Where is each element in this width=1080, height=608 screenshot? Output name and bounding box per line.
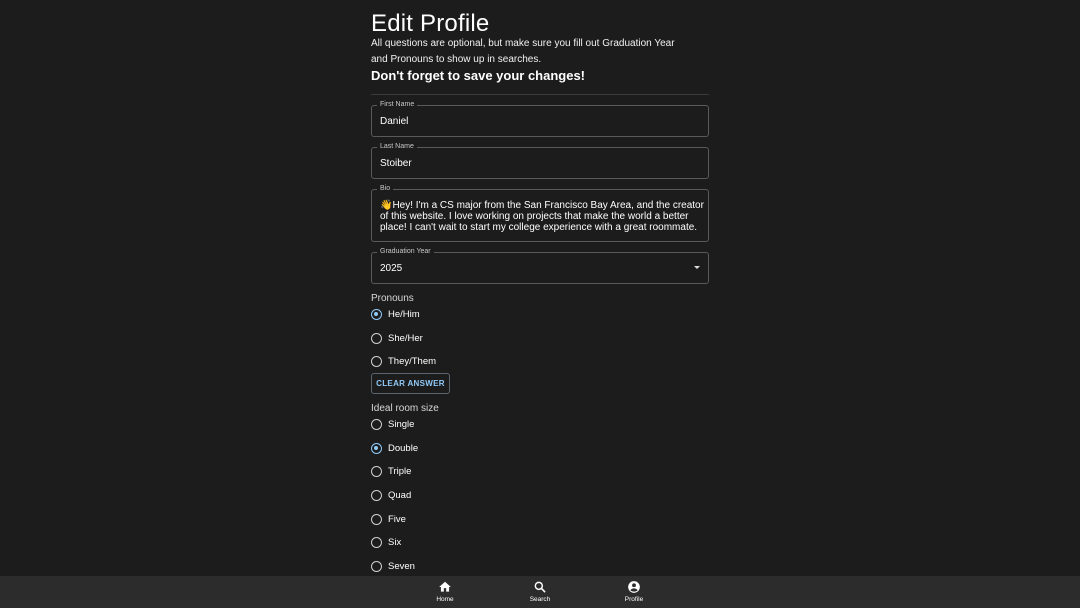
bio-label: Bio bbox=[377, 184, 394, 194]
graduation-year-value[interactable]: 2025 bbox=[380, 263, 402, 274]
bio-value[interactable]: 👋Hey! I'm a CS major from the San Franci… bbox=[380, 200, 706, 233]
search-icon bbox=[534, 581, 546, 593]
first-name-value[interactable]: Daniel bbox=[380, 116, 408, 127]
radio-room-single[interactable]: Single bbox=[371, 416, 571, 432]
edit-profile-form: Edit Profile All questions are optional,… bbox=[371, 0, 709, 576]
radio-unchecked-icon[interactable] bbox=[371, 560, 382, 572]
radio-room-double[interactable]: Double bbox=[371, 440, 571, 456]
radio-label: He/Him bbox=[388, 308, 420, 320]
radio-pronoun-she-her[interactable]: She/Her bbox=[371, 330, 571, 346]
nav-profile[interactable]: Profile bbox=[604, 576, 664, 608]
radio-label: Double bbox=[388, 442, 419, 454]
radio-label: She/Her bbox=[388, 332, 423, 344]
radio-label: Six bbox=[388, 536, 402, 548]
nav-home-label: Home bbox=[436, 596, 454, 603]
page-title: Edit Profile bbox=[371, 10, 490, 37]
nav-profile-label: Profile bbox=[624, 596, 644, 603]
radio-room-seven[interactable]: Seven bbox=[371, 558, 571, 574]
radio-label: Triple bbox=[388, 465, 412, 477]
account-circle-icon bbox=[628, 581, 640, 593]
radio-unchecked-icon[interactable] bbox=[371, 536, 382, 548]
first-name-field[interactable]: First Name Daniel bbox=[371, 100, 709, 137]
clear-answer-button[interactable]: CLEAR ANSWER bbox=[371, 373, 450, 394]
radio-unchecked-icon[interactable] bbox=[371, 332, 382, 344]
radio-label: Single bbox=[388, 418, 415, 430]
home-icon bbox=[439, 581, 451, 592]
radio-checked-icon[interactable] bbox=[371, 442, 382, 454]
nav-search[interactable]: Search bbox=[510, 576, 570, 608]
radio-pronoun-he-him[interactable]: He/Him bbox=[371, 306, 571, 322]
radio-pronoun-they-them[interactable]: They/Them bbox=[371, 353, 571, 369]
bio-field[interactable]: Bio 👋Hey! I'm a CS major from the San Fr… bbox=[371, 184, 709, 242]
radio-room-six[interactable]: Six bbox=[371, 534, 571, 550]
radio-room-quad[interactable]: Quad bbox=[371, 487, 571, 503]
last-name-value[interactable]: Stoiber bbox=[380, 158, 412, 169]
radio-unchecked-icon[interactable] bbox=[371, 513, 382, 525]
last-name-label: Last Name bbox=[377, 142, 417, 152]
radio-label: Quad bbox=[388, 489, 412, 501]
bottom-navigation: Home Search Profile bbox=[0, 576, 1080, 608]
graduation-year-select[interactable]: Graduation Year 2025 bbox=[371, 247, 709, 284]
graduation-year-label: Graduation Year bbox=[377, 247, 434, 257]
save-reminder: Don't forget to save your changes! bbox=[371, 68, 586, 83]
divider bbox=[371, 94, 709, 95]
radio-room-triple[interactable]: Triple bbox=[371, 463, 571, 479]
intro-text: All questions are optional, but make sur… bbox=[371, 38, 675, 65]
room-size-label: Ideal room size bbox=[371, 403, 439, 414]
radio-unchecked-icon[interactable] bbox=[371, 418, 382, 430]
dropdown-arrow-icon[interactable] bbox=[694, 266, 700, 269]
radio-label: Five bbox=[388, 513, 406, 525]
radio-unchecked-icon[interactable] bbox=[371, 465, 382, 477]
pronouns-label: Pronouns bbox=[371, 293, 414, 304]
radio-label: Seven bbox=[388, 560, 415, 572]
last-name-field[interactable]: Last Name Stoiber bbox=[371, 142, 709, 179]
radio-unchecked-icon[interactable] bbox=[371, 355, 382, 367]
radio-unchecked-icon[interactable] bbox=[371, 489, 382, 501]
nav-home[interactable]: Home bbox=[415, 576, 475, 608]
radio-label: They/Them bbox=[388, 355, 437, 367]
nav-search-label: Search bbox=[529, 596, 551, 603]
first-name-label: First Name bbox=[377, 100, 418, 110]
radio-room-five[interactable]: Five bbox=[371, 511, 571, 527]
radio-checked-icon[interactable] bbox=[371, 308, 382, 320]
